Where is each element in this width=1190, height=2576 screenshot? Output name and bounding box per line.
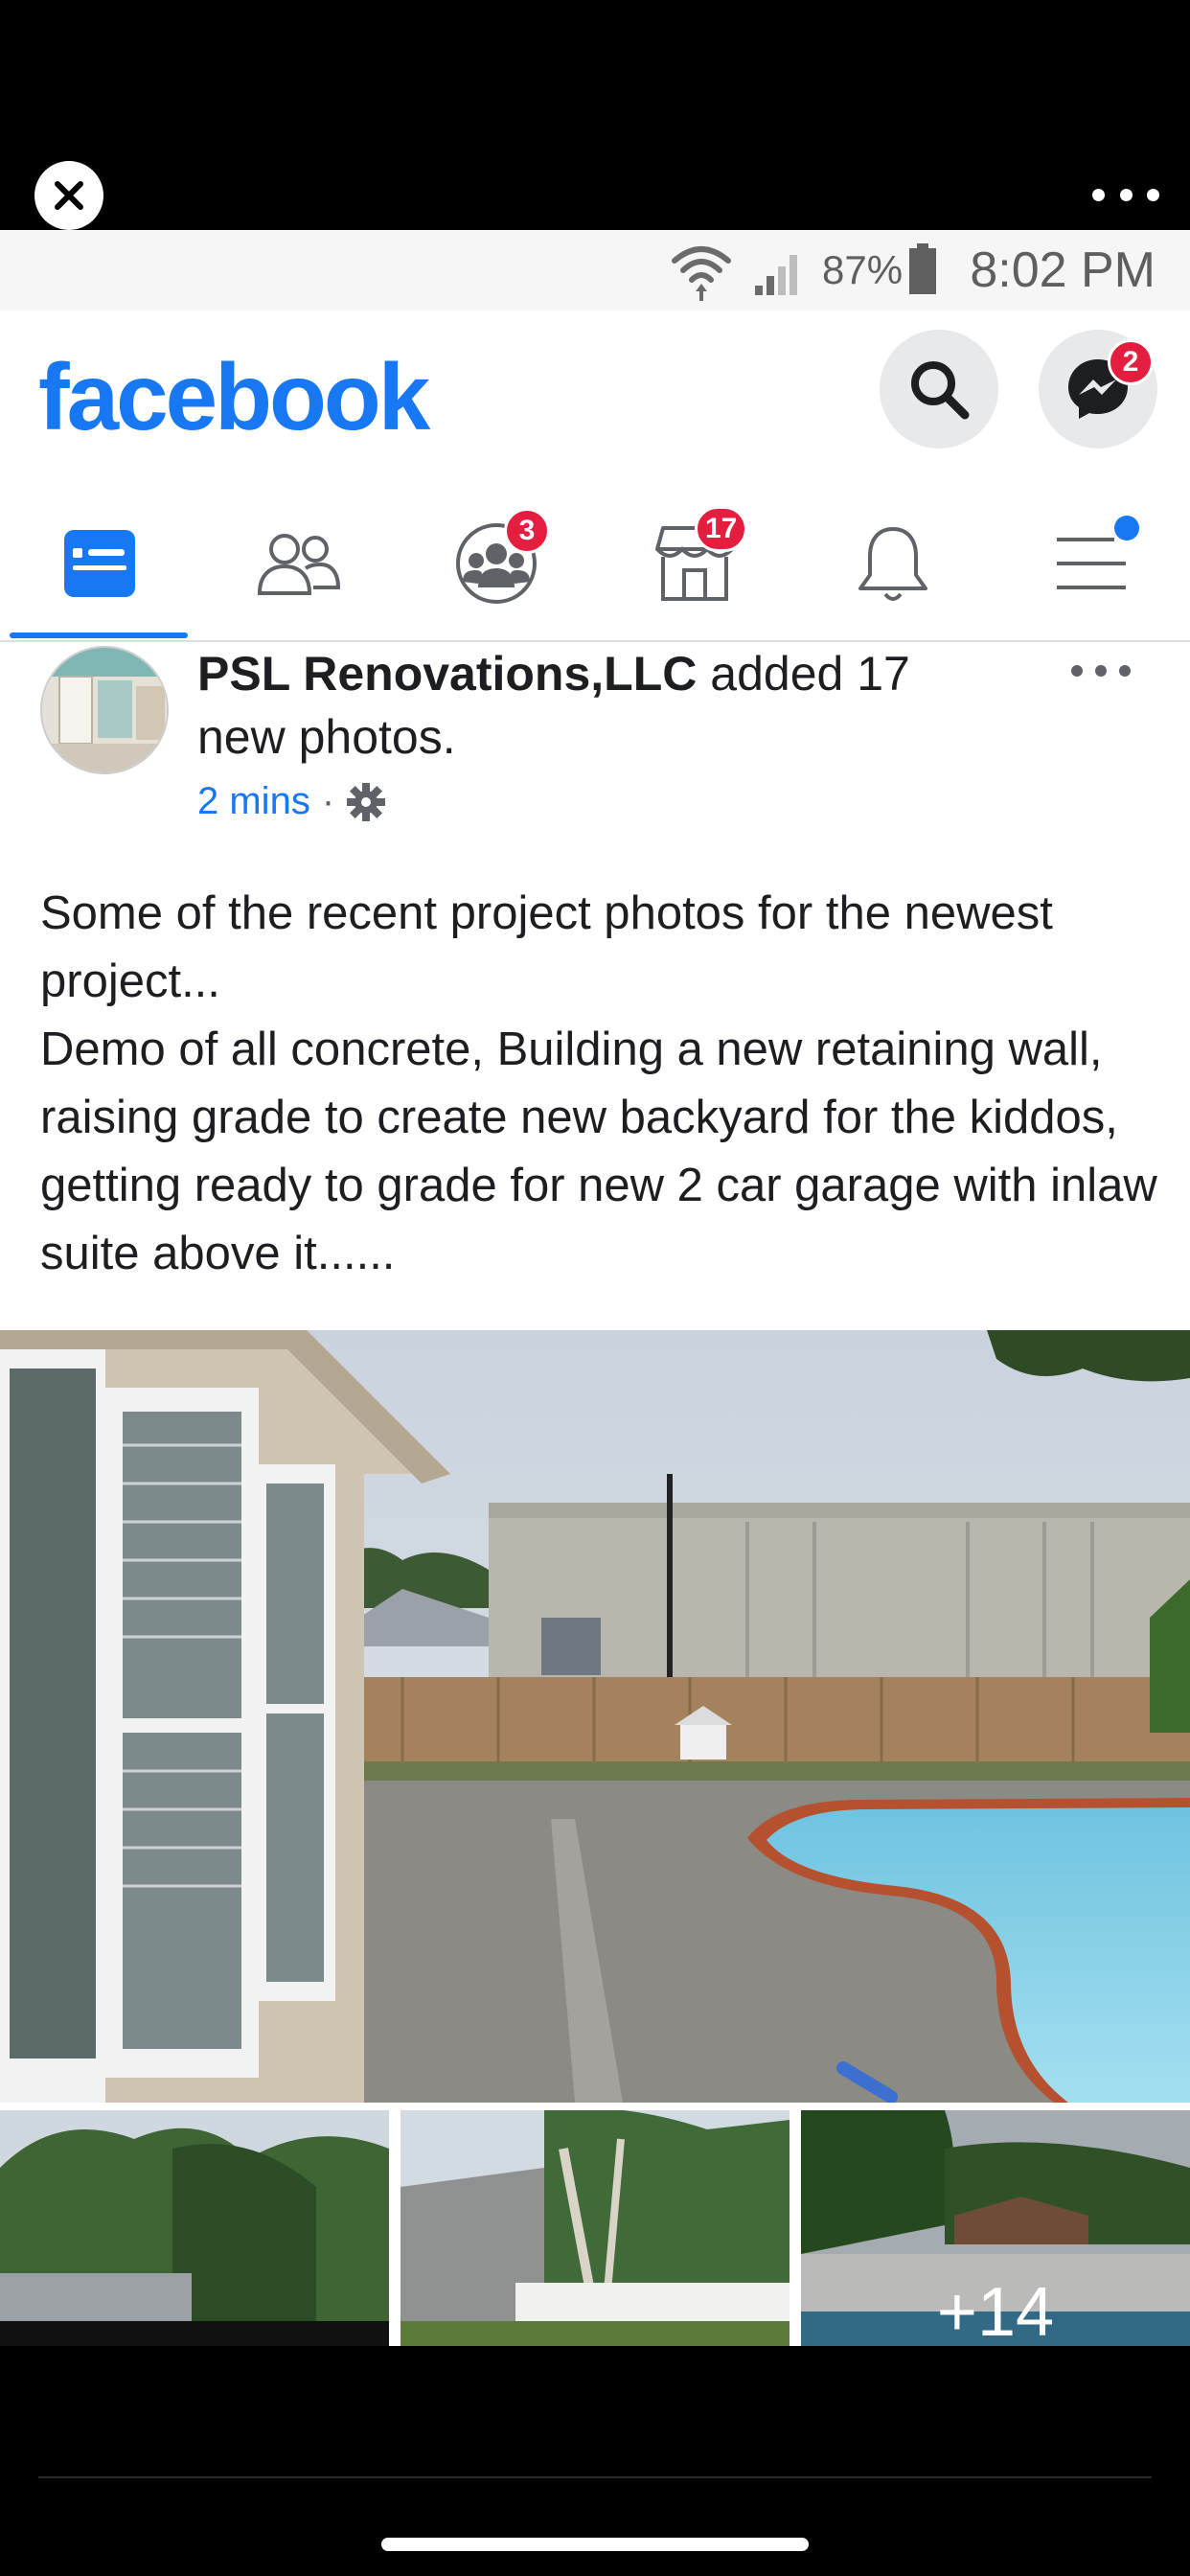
photo-thumbnail[interactable] (0, 2110, 389, 2346)
search-button[interactable] (880, 330, 998, 448)
dot (1147, 188, 1159, 201)
trees-photo (0, 2110, 389, 2346)
app-screen: 87% 8:02 PM facebook 2 3 17 PSL Renovati… (0, 230, 1190, 2346)
friends-icon (257, 534, 340, 595)
close-button[interactable] (34, 161, 103, 230)
active-tab-indicator (10, 632, 188, 638)
messenger-badge: 2 (1108, 339, 1154, 385)
menu-icon (1056, 538, 1126, 589)
post-options-button[interactable] (1071, 661, 1131, 680)
tab-groups[interactable]: 3 (397, 489, 595, 638)
yard-photo (400, 2110, 790, 2346)
divider (38, 2476, 1152, 2478)
tab-friends[interactable] (198, 489, 397, 638)
groups-badge: 3 (504, 508, 550, 554)
post-author[interactable]: PSL Renovations,LLC (197, 647, 697, 701)
avatar[interactable] (40, 646, 169, 774)
post-body-line: Some of the recent project photos for th… (40, 887, 1053, 1007)
close-icon (55, 181, 83, 210)
battery-icon (909, 243, 936, 294)
menu-dot-badge (1114, 516, 1139, 540)
dot (1119, 188, 1133, 201)
tab-bar: 3 17 (0, 489, 1190, 642)
status-time: 8:02 PM (970, 242, 1156, 298)
battery-percent: 87% (822, 247, 904, 292)
signal-icon (755, 255, 797, 295)
facebook-logo[interactable]: facebook (38, 343, 430, 451)
wifi-icon (672, 246, 731, 301)
post-body-line: Demo of all concrete, Building a new ret… (40, 1024, 1157, 1279)
home-indicator[interactable] (381, 2538, 809, 2551)
settings-gear-icon (347, 782, 386, 821)
photo-thumbnail-more[interactable]: +14 (801, 2110, 1190, 2346)
dot (1095, 665, 1107, 677)
more-photos-count: +14 (936, 2274, 1055, 2346)
meta-separator: · (321, 780, 335, 822)
post-body: Some of the recent project photos for th… (40, 880, 1161, 1288)
tab-menu[interactable] (992, 489, 1190, 638)
post-title: PSL Renovations,LLC added 17 new photos. (197, 642, 983, 769)
avatar-image (42, 648, 167, 772)
news-feed-icon (63, 530, 135, 597)
post-time[interactable]: 2 mins (197, 780, 310, 823)
status-bar: 87% 8:02 PM (0, 230, 1190, 310)
photo-thumbnails: +14 (0, 2110, 1190, 2346)
main-photo[interactable] (0, 1330, 1190, 2103)
dot (1092, 188, 1105, 201)
tab-news-feed[interactable] (0, 489, 198, 638)
marketplace-badge: 17 (695, 506, 748, 552)
backyard-pool-photo (0, 1330, 1190, 2103)
dot (1119, 665, 1131, 677)
tab-marketplace[interactable]: 17 (595, 489, 793, 638)
bell-icon (858, 527, 927, 601)
search-icon (911, 361, 970, 420)
overlay-more-button[interactable] (1092, 171, 1159, 218)
photo-thumbnail[interactable] (400, 2110, 790, 2346)
dot (1071, 665, 1083, 677)
tab-notifications[interactable] (793, 489, 992, 638)
post-meta: 2 mins · (197, 780, 386, 823)
